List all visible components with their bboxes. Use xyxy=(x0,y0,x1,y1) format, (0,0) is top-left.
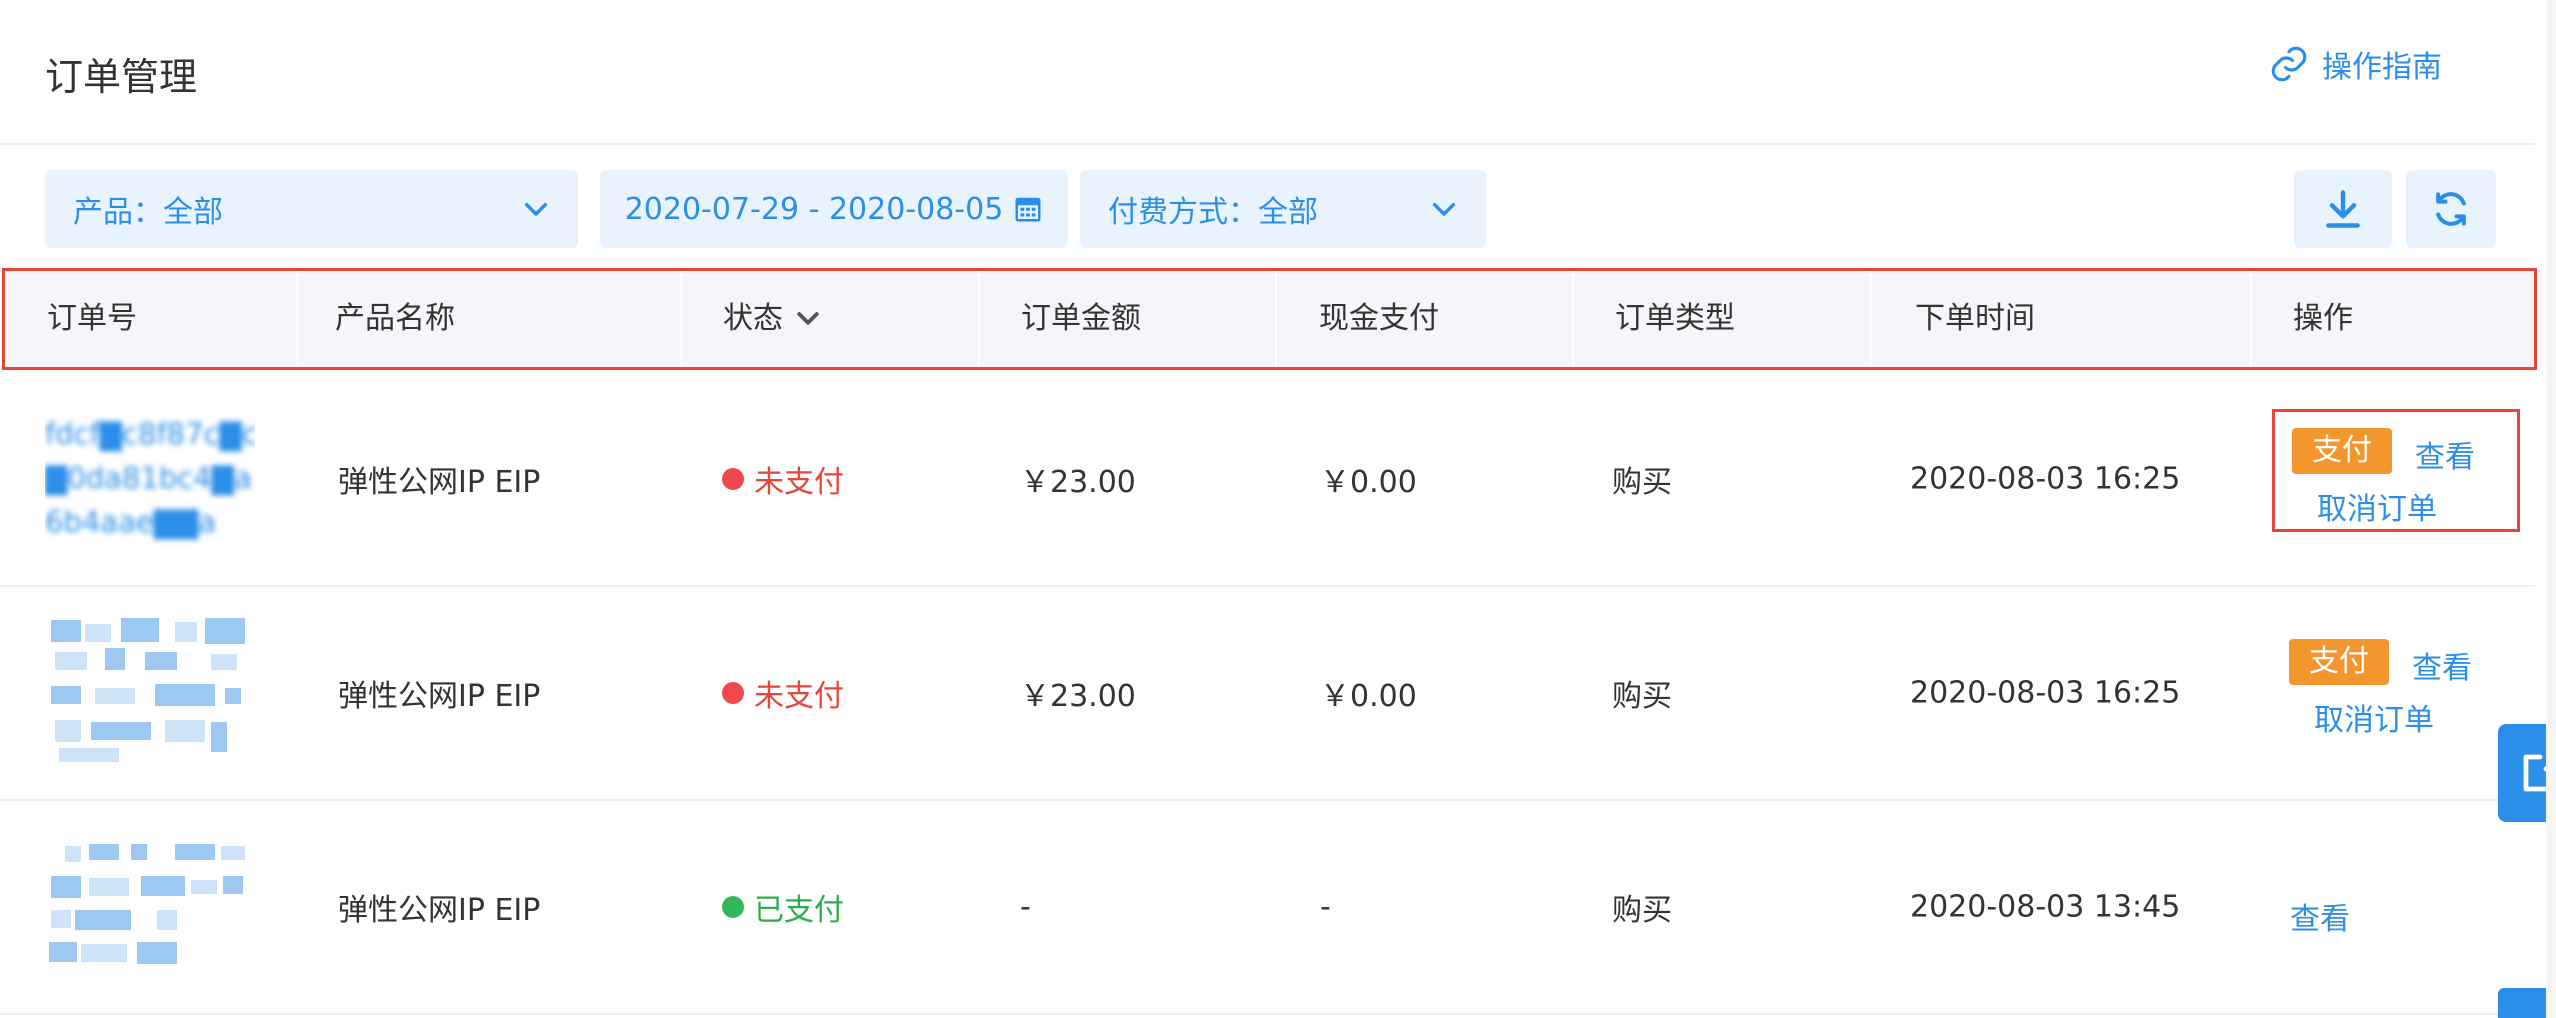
status-dot xyxy=(722,681,744,704)
column-header-amount: 订单金额 xyxy=(1021,301,1141,336)
row-actions: 支付 查看 取消订单 xyxy=(2272,409,2520,532)
order-time: 2020-08-03 13:45 xyxy=(1910,889,2181,924)
chevron-down-icon xyxy=(797,312,819,325)
link-icon xyxy=(2271,46,2307,82)
vertical-scrollbar[interactable] xyxy=(2546,0,2556,1018)
page-title: 订单管理 xyxy=(45,55,198,99)
status-text: 未支付 xyxy=(754,464,844,500)
column-header-time: 下单时间 xyxy=(1915,301,2035,336)
cash-payment: - xyxy=(1320,889,1331,924)
refresh-button[interactable] xyxy=(2406,170,2496,248)
column-header-status-label: 状态 xyxy=(723,301,783,336)
table-row: 弹性公网IP EIP 已支付 - - 购买 2020-08-03 13:45 查… xyxy=(0,800,2535,1015)
product-filter-select[interactable]: 产品：全部 xyxy=(45,170,578,248)
column-header-status[interactable]: 状态 xyxy=(723,271,823,367)
cash-payment: ￥0.00 xyxy=(1320,464,1417,500)
column-divider xyxy=(2250,271,2252,367)
chevron-down-icon xyxy=(524,202,548,216)
status-badge: 未支付 xyxy=(722,457,844,501)
column-header-order-id: 订单号 xyxy=(47,301,137,336)
page-header: 订单管理 操作指南 xyxy=(0,0,2535,145)
order-time: 2020-08-03 16:25 xyxy=(1910,461,2181,496)
date-range-picker[interactable]: 2020-07-29 - 2020-08-05 xyxy=(600,170,1068,248)
chevron-down-icon xyxy=(1432,202,1456,216)
download-button[interactable] xyxy=(2294,170,2392,248)
order-id-line: fdcf▇c8f87c▇c xyxy=(45,417,255,451)
order-amount: ￥23.00 xyxy=(1020,464,1136,500)
product-name: 弹性公网IP EIP xyxy=(338,678,541,714)
column-divider xyxy=(680,271,682,367)
date-range-value: 2020-07-29 - 2020-08-05 xyxy=(624,191,1004,227)
view-link[interactable]: 查看 xyxy=(2412,643,2472,687)
order-id-redacted[interactable] xyxy=(45,826,265,986)
order-id-redacted[interactable] xyxy=(45,612,265,772)
column-divider xyxy=(978,271,980,367)
column-header-actions: 操作 xyxy=(2293,301,2353,336)
status-text: 未支付 xyxy=(754,678,844,714)
row-actions: 支付 查看 取消订单 xyxy=(2272,623,2520,746)
guide-link[interactable]: 操作指南 xyxy=(2268,42,2442,86)
product-name: 弹性公网IP EIP xyxy=(338,892,541,928)
column-divider xyxy=(1870,271,1872,367)
table-header: 订单号 产品名称 状态 订单金额 现金支付 订单类型 下单时间 操作 xyxy=(2,268,2537,370)
status-badge: 未支付 xyxy=(722,671,844,715)
order-amount: - xyxy=(1020,889,1031,924)
payment-filter-label: 付费方式：全部 xyxy=(1108,195,1318,230)
view-link[interactable]: 查看 xyxy=(2290,894,2350,938)
order-management-page: 订单管理 操作指南 产品：全部 2020-07-29 - 2020-08-05 … xyxy=(0,0,2556,1018)
order-type: 购买 xyxy=(1612,892,1672,928)
column-divider xyxy=(296,271,298,367)
cancel-order-link[interactable]: 取消订单 xyxy=(2314,695,2434,739)
status-text: 已支付 xyxy=(754,892,844,928)
column-header-product: 产品名称 xyxy=(335,301,455,336)
table-row: 弹性公网IP EIP 未支付 ￥23.00 ￥0.00 购买 2020-08-0… xyxy=(0,586,2535,801)
order-id-line: ▇0da81bc4▇a xyxy=(45,461,252,495)
cancel-order-link[interactable]: 取消订单 xyxy=(2317,484,2437,528)
product-name: 弹性公网IP EIP xyxy=(338,464,541,500)
order-type: 购买 xyxy=(1612,678,1672,714)
order-type: 购买 xyxy=(1612,464,1672,500)
payment-method-filter-select[interactable]: 付费方式：全部 xyxy=(1080,170,1486,248)
order-time: 2020-08-03 16:25 xyxy=(1910,675,2181,710)
product-filter-label: 产品：全部 xyxy=(73,195,223,230)
column-header-type: 订单类型 xyxy=(1615,301,1735,336)
refresh-icon xyxy=(2436,192,2466,226)
column-header-cash: 现金支付 xyxy=(1319,301,1439,336)
order-id-link[interactable]: fdcf▇c8f87c▇c ▇0da81bc4▇a 6b4aae▇▇a xyxy=(45,412,255,552)
calendar-icon xyxy=(1015,197,1041,222)
column-divider xyxy=(1572,271,1574,367)
table-row: fdcf▇c8f87c▇c ▇0da81bc4▇a 6b4aae▇▇a 弹性公网… xyxy=(0,372,2535,587)
pay-button[interactable]: 支付 xyxy=(2289,639,2389,685)
order-amount: ￥23.00 xyxy=(1020,678,1136,714)
status-dot xyxy=(722,895,744,918)
order-id-line: 6b4aae▇▇a xyxy=(45,505,217,539)
view-link[interactable]: 查看 xyxy=(2415,432,2475,476)
pay-button[interactable]: 支付 xyxy=(2292,428,2392,474)
status-dot xyxy=(722,467,744,490)
status-badge: 已支付 xyxy=(722,885,844,929)
guide-link-label: 操作指南 xyxy=(2322,50,2442,85)
column-divider xyxy=(1275,271,1277,367)
download-icon xyxy=(2326,190,2360,228)
cash-payment: ￥0.00 xyxy=(1320,678,1417,714)
